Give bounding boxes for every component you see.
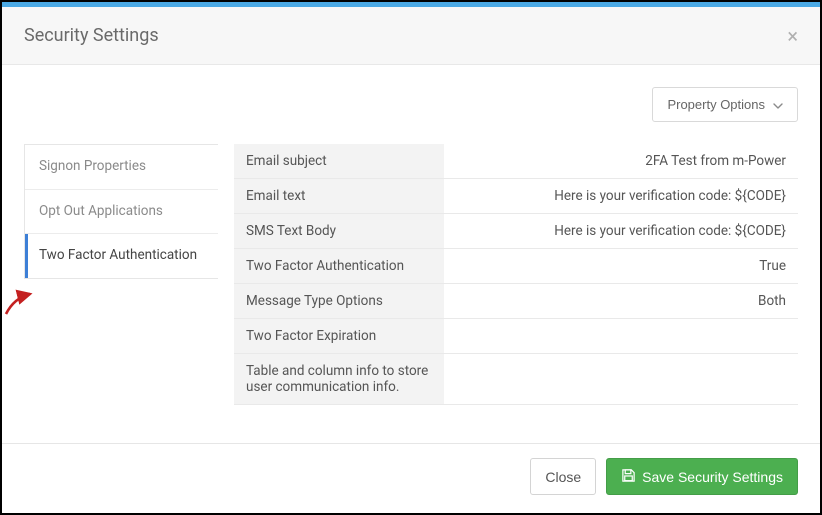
tab-label: Opt Out Applications [39,203,163,219]
table-row[interactable]: SMS Text Body Here is your verification … [234,214,798,249]
save-icon [621,468,636,485]
close-button-label: Close [545,470,581,484]
save-button-label: Save Security Settings [642,470,783,484]
tab-label: Signon Properties [39,158,146,174]
setting-key: Two Factor Authentication [234,249,444,284]
tab-signon-properties[interactable]: Signon Properties [25,145,218,190]
setting-value [444,319,798,354]
setting-value: Both [444,284,798,319]
chevron-down-icon [773,97,783,112]
property-options-row: Property Options [24,87,798,122]
property-options-label: Property Options [667,97,765,112]
tab-label: Two Factor Authentication [39,247,197,263]
close-button[interactable]: Close [530,458,596,495]
table-row[interactable]: Two Factor Expiration [234,319,798,354]
close-icon[interactable]: × [787,26,798,46]
setting-key: Email subject [234,144,444,179]
table-row[interactable]: Table and column info to store user comm… [234,354,798,405]
modal-body: Property Options Signon Properties Opt O… [2,65,820,427]
tab-list: Signon Properties Opt Out Applications T… [24,144,218,279]
setting-key: Email text [234,179,444,214]
setting-value: Here is your verification code: ${CODE} [444,179,798,214]
setting-value: 2FA Test from m-Power [444,144,798,179]
modal-footer: Close Save Security Settings [2,443,820,513]
setting-value [444,354,798,405]
table-row[interactable]: Email text Here is your verification cod… [234,179,798,214]
property-options-button[interactable]: Property Options [652,87,798,122]
setting-key: Table and column info to store user comm… [234,354,444,405]
table-row[interactable]: Email subject 2FA Test from m-Power [234,144,798,179]
setting-key: Two Factor Expiration [234,319,444,354]
content-columns: Signon Properties Opt Out Applications T… [24,144,798,405]
tab-two-factor-authentication[interactable]: Two Factor Authentication [25,234,218,278]
modal-title: Security Settings [24,25,159,46]
save-security-settings-button[interactable]: Save Security Settings [606,458,798,495]
setting-value: Here is your verification code: ${CODE} [444,214,798,249]
table-row[interactable]: Message Type Options Both [234,284,798,319]
setting-key: Message Type Options [234,284,444,319]
setting-value: True [444,249,798,284]
modal-header: Security Settings × [2,7,820,65]
settings-table: Email subject 2FA Test from m-Power Emai… [234,144,798,405]
tab-opt-out-applications[interactable]: Opt Out Applications [25,190,218,235]
setting-key: SMS Text Body [234,214,444,249]
table-row[interactable]: Two Factor Authentication True [234,249,798,284]
